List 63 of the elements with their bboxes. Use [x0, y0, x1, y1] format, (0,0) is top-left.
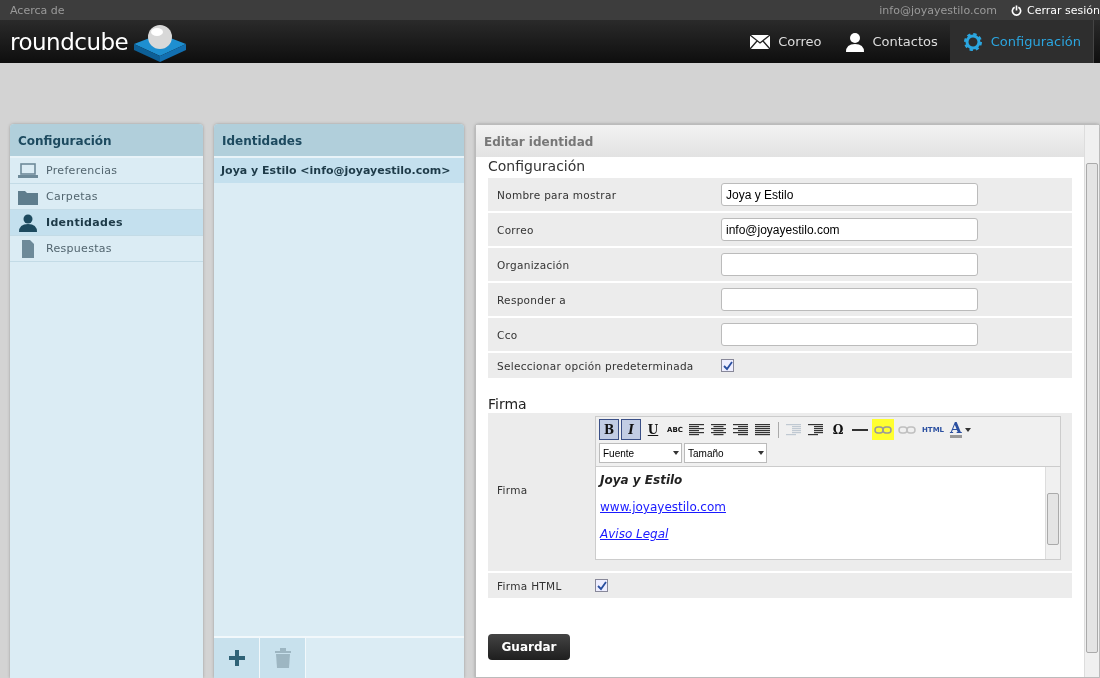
envelope-icon [749, 33, 772, 50]
text-field[interactable] [721, 323, 978, 346]
text-lines-icon [733, 423, 749, 436]
field-label: Correo [496, 223, 535, 236]
laptop-icon [18, 162, 38, 179]
field-label: Firma HTML [496, 579, 563, 592]
text-lines-icon [808, 423, 824, 436]
legal-link[interactable]: Aviso Legal [600, 527, 669, 541]
settings-menu-item[interactable]: Identidades [10, 210, 203, 236]
panel-header: Editar identidad [476, 125, 1084, 157]
panel-header: Identidades [214, 124, 464, 158]
roundcube-logo: roundcube [0, 20, 189, 63]
checkbox[interactable] [721, 359, 734, 372]
font-dropdown[interactable]: Fuente [599, 443, 682, 463]
field-label: Responder a [496, 293, 567, 306]
identity-item[interactable]: Joya y Estilo <info@joyayestilo.com> [214, 158, 464, 183]
save-button[interactable]: Guardar [488, 634, 570, 660]
text-lines-icon [711, 423, 727, 436]
person-icon [18, 213, 38, 232]
nav-tab[interactable]: Contactos [833, 20, 950, 63]
folder-icon [18, 188, 38, 205]
field-label: Cco [496, 328, 519, 341]
signature-editor[interactable]: Joya y Estilo www.joyayestilo.com Aviso Legal [596, 466, 1060, 559]
scrollbar[interactable] [1084, 125, 1099, 677]
settings-icon [961, 30, 984, 53]
nav-tab[interactable]: Correo [737, 20, 834, 63]
toolbar-button[interactable]: B [599, 419, 619, 440]
text-lines-icon [786, 423, 802, 436]
size-dropdown[interactable]: Tamaño [684, 443, 767, 463]
field-label: Seleccionar opción predeterminada [496, 359, 695, 372]
chain-link-icon [874, 423, 892, 436]
toolbar-button[interactable]: Ω [828, 419, 848, 440]
logout-button[interactable]: Cerrar sesión [1010, 3, 1100, 17]
user-email: info@joyayestilo.com [879, 3, 997, 17]
text-field[interactable]: info@joyayestilo.com [721, 218, 978, 241]
text-field[interactable] [721, 288, 978, 311]
trash-icon [274, 648, 291, 668]
toolbar-button[interactable]: I [621, 419, 641, 440]
toolbar-button[interactable]: U [643, 419, 663, 440]
website-link[interactable]: www.joyayestilo.com [600, 500, 726, 514]
panel-header: Configuración [10, 124, 203, 158]
text-lines-icon [755, 423, 771, 436]
nav-tab[interactable]: Configuración [949, 20, 1093, 63]
person-icon [845, 31, 866, 52]
scrollbar[interactable] [1045, 467, 1060, 559]
settings-menu-item[interactable]: Preferencias [10, 158, 203, 184]
power-icon [1010, 4, 1022, 16]
add-button[interactable] [214, 638, 260, 678]
about-link[interactable]: Acerca de [10, 3, 65, 17]
section-heading: Firma [488, 396, 528, 412]
section-heading: Configuración [488, 158, 587, 175]
signature-text: Joya y Estilo [600, 472, 684, 489]
chain-link-icon [898, 423, 916, 436]
toolbar-button[interactable]: A [948, 419, 973, 440]
checkbox[interactable] [595, 579, 608, 592]
field-label: Nombre para mostrar [496, 188, 618, 201]
settings-menu-item[interactable]: Respuestas [10, 236, 203, 262]
field-label: Firma [496, 483, 529, 496]
text-field[interactable] [721, 253, 978, 276]
plus-icon [228, 650, 245, 666]
text-field[interactable]: Joya y Estilo [721, 183, 978, 206]
text-lines-icon [689, 423, 705, 436]
field-label: Organización [496, 258, 571, 271]
